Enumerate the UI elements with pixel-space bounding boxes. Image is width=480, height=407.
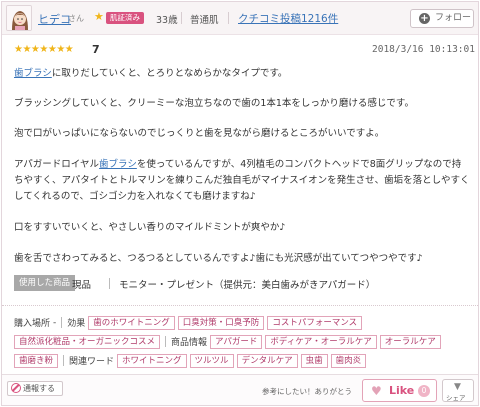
related-words-label: 関連ワード (69, 357, 115, 367)
reviewer-header: ヒデコ さん ★ 肌証済み 33歳 普通肌 クチコミ投稿1216件 + フォロー (2, 2, 478, 35)
honorific: さん (68, 14, 84, 23)
tag-link[interactable]: ツルツル (189, 353, 234, 368)
review-card: ヒデコ さん ★ 肌証済み 33歳 普通肌 クチコミ投稿1216件 + フォロー… (1, 1, 479, 406)
tag-link[interactable]: コストパフォーマンス (267, 315, 363, 330)
avatar-illustration-icon (7, 6, 31, 30)
review-paragraph-1: 歯ブラシに取りだしていくと、とろりとなめらかなタイプです。 (14, 66, 470, 82)
user-age: 33歳 (156, 15, 178, 26)
like-button[interactable]: ♥ Like 0 (362, 379, 437, 402)
review-footer: 通報する 参考にしたい！ありがとう ♥ Like 0 ▼ シェア (2, 374, 478, 405)
tag-link[interactable]: ホワイトニング (117, 353, 187, 368)
avatar[interactable] (6, 5, 32, 31)
divider (63, 355, 65, 366)
heart-icon: ♥ (371, 384, 382, 398)
dash: - (53, 317, 57, 328)
effect-label: 効果 (67, 319, 86, 329)
rating-score: 7 (92, 43, 100, 56)
tag-link[interactable]: 歯のホワイトニング (88, 315, 175, 330)
product-info-label: 商品情報 (171, 338, 208, 348)
tag-row-product-info: 自然派化粧品・オーガニックコスメ 商品情報 アパガード ボディケア・オーラルケア… (14, 334, 441, 349)
share-label: シェア (446, 394, 466, 402)
like-label: Like (389, 384, 415, 397)
tag-link[interactable]: アパガード (210, 334, 263, 349)
review-text: に取りだしていくと、とろりとなめらかなタイプです。 (51, 68, 288, 79)
tag-row-purchase-effect: 購入場所 - 効果 歯のホワイトニング 口臭対策・口臭予防 コストパフォーマンス (14, 315, 363, 330)
report-button[interactable]: 通報する (7, 381, 63, 396)
divider (228, 12, 229, 24)
report-icon (11, 383, 21, 393)
tag-link[interactable]: 口臭対策・口臭予防 (177, 315, 265, 330)
review-date: 2018/3/16 10:13:01 (372, 44, 475, 55)
review-paragraph-2: ブラッシングしていくと、クリーミーな泡立ちなので歯の1本1本をしっかり磨ける感じ… (14, 98, 414, 109)
review-paragraph-6: 歯を舌でさわってみると、つるつるとしているんですよ♪歯にも光沢感が出ていてつやつ… (14, 253, 423, 264)
follow-label: フォロー (435, 13, 472, 23)
helpful-text: 参考にしたい！ありがとう (262, 387, 352, 396)
review-text: アパガードロイヤル (14, 159, 100, 170)
chevron-down-icon: ▼ (454, 382, 461, 392)
divider (61, 317, 63, 328)
purchase-place-label: 購入場所 (14, 319, 51, 329)
username-link[interactable]: ヒデコ (38, 11, 71, 27)
tag-link[interactable]: ボディケア・オーラルケア (265, 334, 377, 349)
review-paragraph-4: アパガードロイヤル歯ブラシを使っているんですが、4列植毛のコンパクトヘッドで8面… (14, 157, 470, 205)
divider (109, 278, 110, 289)
divider (181, 12, 182, 24)
tag-row-related-words: 歯磨き粉 関連ワード ホワイトニング ツルツル デンタルケア 虫歯 歯肉炎 (14, 353, 367, 368)
tag-link[interactable]: オーラルケア (379, 334, 441, 349)
skin-type: 普通肌 (190, 15, 219, 26)
report-label: 通報する (23, 384, 55, 393)
used-product-tag: 使用した商品 (14, 275, 76, 291)
like-count-badge: 0 (418, 385, 430, 397)
tag-link[interactable]: デンタルケア (236, 353, 298, 368)
tag-link[interactable]: 虫歯 (300, 353, 328, 368)
review-paragraph-3: 泡で口がいっぱいにならないのでじっくりと歯を見ながら磨けるところがいいですよ。 (14, 128, 385, 139)
product-source: モニター・プレゼント（提供元：美白歯みがきアパガード） (119, 280, 376, 291)
keyword-link[interactable]: 歯ブラシ (99, 159, 137, 170)
tag-link[interactable]: 歯肉炎 (330, 353, 367, 368)
plus-icon: + (419, 13, 430, 24)
rating-stars-icon: ★★★★★★★ (14, 44, 74, 55)
product-status: 現品 (72, 280, 92, 291)
divider (165, 336, 167, 347)
follow-button[interactable]: + フォロー (410, 9, 474, 28)
tag-link[interactable]: 自然派化粧品・オーガニックコスメ (14, 334, 161, 349)
share-button[interactable]: ▼ シェア (442, 379, 474, 402)
section-divider (2, 305, 478, 306)
keyword-link[interactable]: 歯ブラシ (14, 68, 52, 79)
verified-badge: 肌証済み (106, 12, 144, 24)
tag-link[interactable]: 歯磨き粉 (14, 353, 59, 368)
review-count-link[interactable]: クチコミ投稿1216件 (238, 11, 338, 26)
review-paragraph-5: 口をすすいでいくと、やさしい香りのマイルドミントが爽やか♪ (14, 222, 286, 233)
verified-star-icon: ★ (94, 10, 104, 23)
